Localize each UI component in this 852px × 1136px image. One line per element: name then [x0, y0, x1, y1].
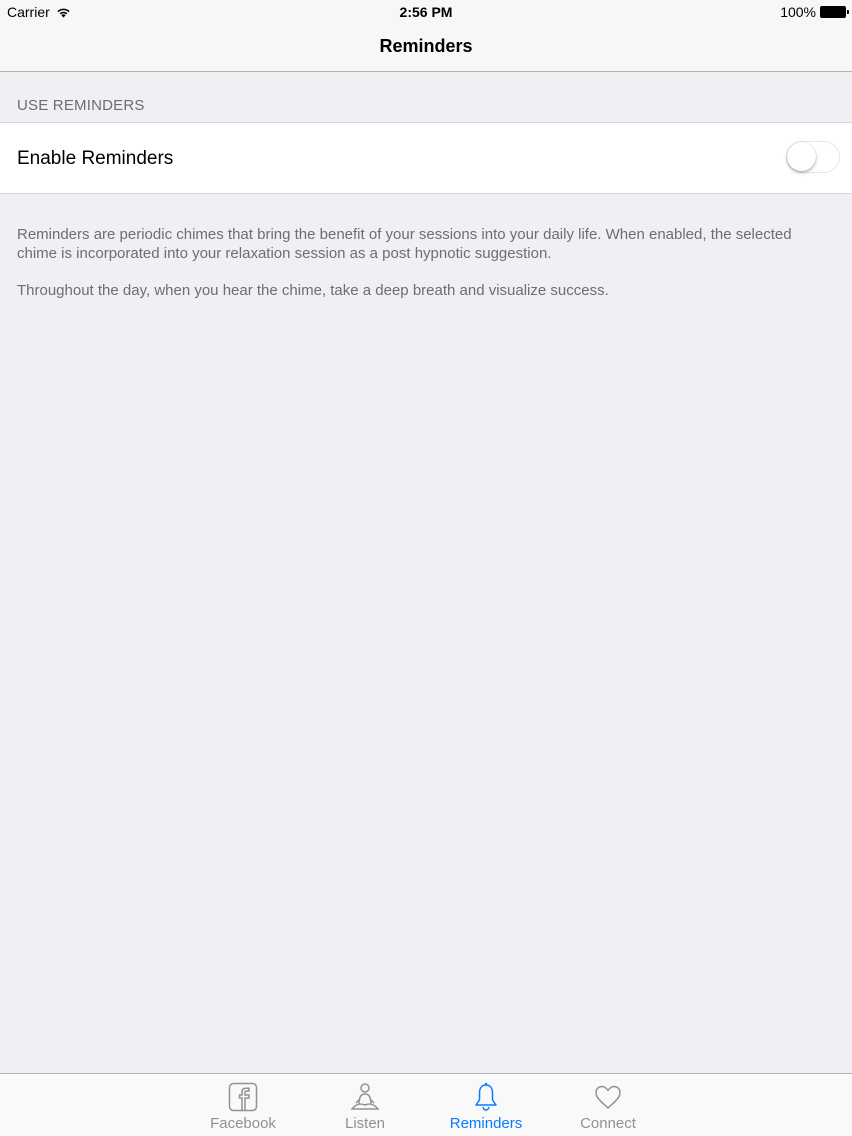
section-header: USE REMINDERS [17, 97, 145, 114]
tab-facebook[interactable]: Facebook [188, 1074, 298, 1136]
tab-listen[interactable]: Listen [310, 1074, 420, 1136]
footer-paragraph-1: Reminders are periodic chimes that bring… [17, 226, 792, 262]
navigation-bar: Reminders [0, 24, 852, 72]
enable-reminders-toggle[interactable] [786, 141, 840, 173]
tab-label-listen: Listen [344, 1115, 386, 1132]
screen: Carrier 2:56 PM 100% Reminders USE REMIN… [0, 0, 852, 1136]
bell-icon [431, 1082, 541, 1112]
tab-label-connect: Connect [580, 1115, 636, 1132]
battery-percent: 100% [780, 4, 816, 20]
facebook-icon [188, 1082, 298, 1112]
status-time: 2:56 PM [399, 4, 453, 20]
tab-reminders[interactable]: Reminders [431, 1074, 541, 1136]
meditation-icon [310, 1082, 420, 1112]
footer-paragraph-2: Throughout the day, when you hear the ch… [17, 282, 609, 299]
page-title: Reminders [379, 36, 473, 56]
status-bar: Carrier 2:56 PM 100% [0, 0, 852, 24]
tab-label-facebook: Facebook [210, 1115, 276, 1132]
tab-bar: Facebook Listen Reminders Connect [0, 1073, 852, 1136]
toggle-knob [787, 142, 816, 171]
status-battery: 100% [780, 4, 849, 20]
tab-label-reminders: Reminders [449, 1115, 523, 1132]
heart-icon [553, 1082, 663, 1112]
enable-reminders-label: Enable Reminders [17, 148, 174, 169]
tab-connect[interactable]: Connect [553, 1074, 663, 1136]
battery-icon [820, 6, 849, 18]
section-footer: Reminders are periodic chimes that bring… [17, 225, 822, 318]
enable-reminders-cell: Enable Reminders [0, 122, 852, 194]
